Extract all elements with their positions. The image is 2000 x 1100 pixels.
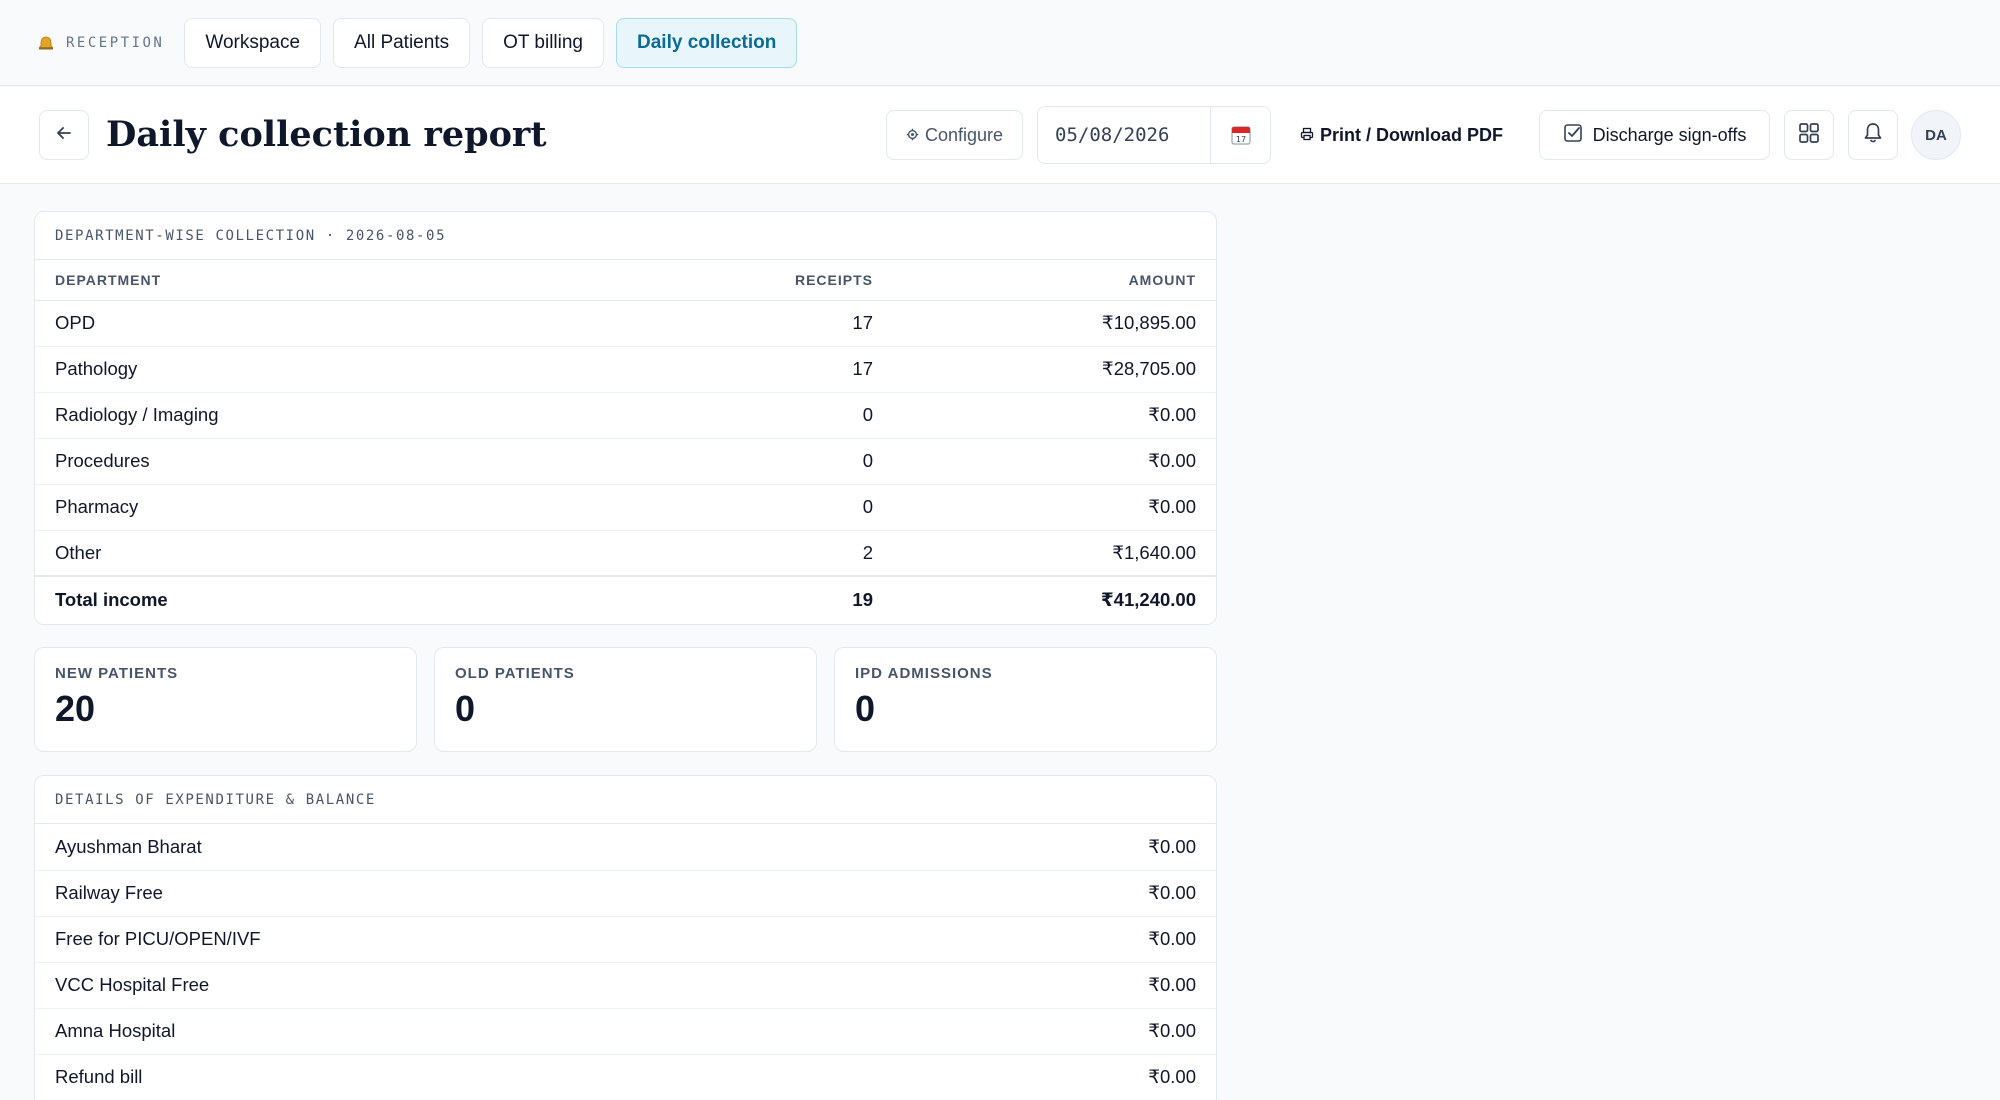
- expenditure-amount: ₹0.00: [905, 870, 1216, 917]
- apps-button[interactable]: [1784, 110, 1834, 160]
- department-caption: DEPARTMENT-WISE COLLECTION · 2026-08-05: [35, 212, 1216, 260]
- amount-cell: ₹0.00: [893, 484, 1216, 531]
- table-row: VCC Hospital Free ₹0.00: [35, 962, 1216, 1009]
- column-header-amount: AMOUNT: [893, 260, 1216, 301]
- stat-value: 20: [55, 688, 96, 729]
- stat-card-new-patients: NEW PATIENTS 20: [34, 647, 417, 752]
- expenditure-label: Railway Free: [35, 870, 906, 917]
- tab-ot-billing[interactable]: OT billing: [482, 17, 604, 68]
- department-cell: OPD: [35, 300, 685, 347]
- table-row: OPD 17 ₹10,895.00: [35, 300, 1216, 347]
- tab-label: Daily collection: [637, 31, 777, 53]
- total-row: Total income 19 ₹41,240.00: [35, 575, 1216, 622]
- column-header-receipts: RECEIPTS: [685, 260, 893, 301]
- configure-button[interactable]: Configure: [886, 110, 1023, 160]
- bell-icon: [38, 36, 54, 50]
- gear-icon: [906, 125, 919, 146]
- receipts-cell: 17: [685, 300, 893, 347]
- stat-card-old-patients: OLD PATIENTS 0: [434, 647, 817, 752]
- amount-cell: ₹28,705.00: [893, 346, 1216, 393]
- department-cell: Radiology / Imaging: [35, 392, 685, 439]
- brand: RECEPTION: [38, 35, 164, 51]
- printer-icon: [1300, 125, 1314, 146]
- department-cell: Other: [55, 541, 102, 563]
- receipts-cell: 0: [685, 438, 893, 485]
- expenditure-label: Ayushman Bharat: [35, 824, 906, 871]
- total-receipts: 19: [685, 575, 893, 622]
- date-picker[interactable]: 05/08/2026 17: [1037, 106, 1271, 164]
- date-input[interactable]: 05/08/2026: [1038, 124, 1210, 146]
- svg-text:17: 17: [1235, 135, 1245, 144]
- expenditure-label: Amna Hospital: [35, 1008, 906, 1055]
- table-row: Amna Hospital ₹0.00: [35, 1008, 1216, 1055]
- table-row: Radiology / Imaging 0 ₹0.00: [35, 392, 1216, 439]
- discharge-signoffs-button[interactable]: Discharge sign-offs: [1539, 110, 1770, 160]
- stat-label: IPD ADMISSIONS: [855, 665, 993, 682]
- expenditure-caption: DETAILS OF EXPENDITURE & BALANCE: [35, 776, 1216, 824]
- tab-daily-collection[interactable]: Daily collection: [616, 17, 798, 68]
- expenditure-card: DETAILS OF EXPENDITURE & BALANCE Ayushma…: [34, 775, 1217, 1100]
- department-collection-card: DEPARTMENT-WISE COLLECTION · 2026-08-05 …: [34, 211, 1217, 625]
- top-nav: RECEPTION Workspace All Patients OT bill…: [0, 0, 2000, 86]
- table-row: Railway Free ₹0.00: [35, 870, 1216, 917]
- checkbox-icon: [1563, 123, 1583, 148]
- table-row: Pathology 17 ₹28,705.00: [35, 346, 1216, 393]
- total-label: Total income: [35, 575, 685, 622]
- expenditure-amount: ₹0.00: [905, 962, 1216, 1009]
- amount-cell: ₹10,895.00: [893, 300, 1216, 347]
- expenditure-label: Refund bill: [55, 1066, 143, 1088]
- table-header-row: DEPARTMENT RECEIPTS AMOUNT: [35, 260, 1216, 301]
- page-header: Daily collection report Configure 05/08/…: [0, 87, 2000, 184]
- amount-cell: ₹0.00: [893, 392, 1216, 439]
- back-button[interactable]: [39, 110, 89, 160]
- department-table: DEPARTMENT RECEIPTS AMOUNT OPD 17 ₹10,89…: [35, 260, 1216, 622]
- receipts-cell: 0: [685, 484, 893, 531]
- stat-value: 0: [455, 688, 476, 729]
- signoff-label: Discharge sign-offs: [1592, 124, 1747, 145]
- stat-value: 0: [855, 688, 876, 729]
- expenditure-label: VCC Hospital Free: [35, 962, 906, 1009]
- department-cell: Pharmacy: [35, 484, 685, 531]
- tab-label: Workspace: [205, 31, 301, 53]
- amount-cell: ₹0.00: [893, 438, 1216, 485]
- table-row: Other 2 ₹1,640.00: [35, 530, 1216, 576]
- expenditure-label: Free for PICU/OPEN/IVF: [35, 916, 906, 963]
- department-cell: Pathology: [35, 346, 685, 393]
- receipts-cell: 17: [685, 346, 893, 393]
- configure-label: Configure: [924, 124, 1004, 145]
- receipts-cell: 2: [862, 541, 873, 563]
- print-label: Print / Download PDF: [1320, 124, 1503, 145]
- grid-icon: [1798, 122, 1820, 149]
- bell-icon: [1863, 122, 1883, 149]
- expenditure-amount: ₹0.00: [905, 916, 1216, 963]
- calendar-icon[interactable]: 17: [1210, 107, 1270, 163]
- stat-label: NEW PATIENTS: [55, 665, 179, 682]
- expenditure-amount: ₹0.00: [905, 824, 1216, 871]
- page-title: Daily collection report: [106, 114, 547, 155]
- tab-all-patients[interactable]: All Patients: [333, 17, 471, 68]
- expenditure-amount: ₹0.00: [1148, 1066, 1196, 1088]
- amount-cell: ₹1,640.00: [1112, 541, 1196, 563]
- tab-label: OT billing: [503, 31, 583, 53]
- table-row: Free for PICU/OPEN/IVF ₹0.00: [35, 916, 1216, 963]
- total-amount: ₹41,240.00: [893, 575, 1216, 622]
- table-row: Ayushman Bharat ₹0.00: [35, 824, 1216, 871]
- expenditure-amount: ₹0.00: [905, 1008, 1216, 1055]
- column-header-department: DEPARTMENT: [35, 260, 685, 301]
- stat-label: OLD PATIENTS: [455, 665, 575, 682]
- table-row: Procedures 0 ₹0.00: [35, 438, 1216, 485]
- receipts-cell: 0: [685, 392, 893, 439]
- tab-workspace[interactable]: Workspace: [184, 17, 322, 68]
- expenditure-table: Ayushman Bharat ₹0.00 Railway Free ₹0.00…: [35, 824, 1216, 1100]
- print-download-button[interactable]: Print / Download PDF: [1300, 110, 1512, 160]
- avatar[interactable]: DA: [1911, 110, 1961, 160]
- table-row: Refund bill ₹0.00: [35, 1054, 1216, 1100]
- table-row: Pharmacy 0 ₹0.00: [35, 484, 1216, 531]
- tab-label: All Patients: [354, 31, 450, 53]
- brand-label: RECEPTION: [66, 34, 165, 51]
- notifications-button[interactable]: [1848, 110, 1898, 160]
- department-cell: Procedures: [35, 438, 685, 485]
- stat-card-ipd-admissions: IPD ADMISSIONS 0: [834, 647, 1217, 752]
- arrow-left-icon: [55, 124, 73, 147]
